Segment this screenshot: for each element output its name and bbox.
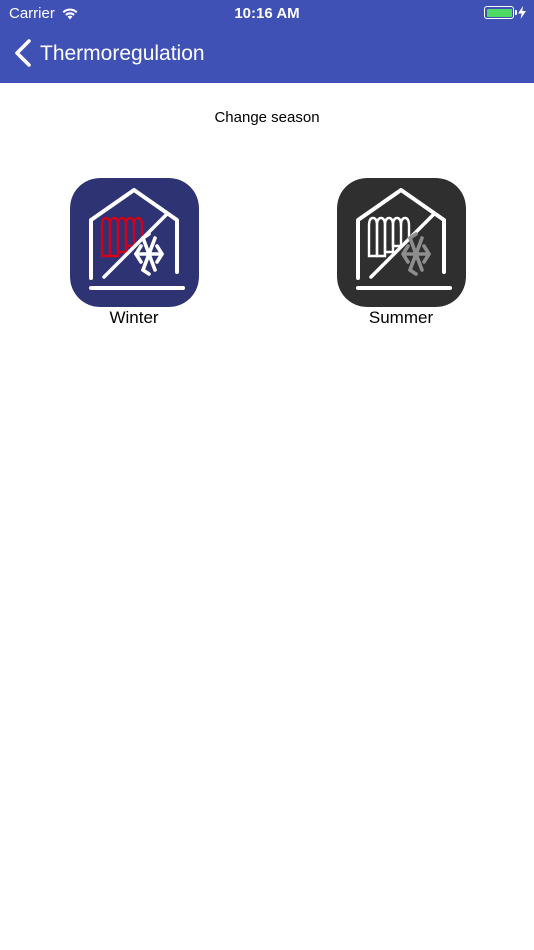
status-time: 10:16 AM	[234, 5, 300, 22]
summer-season-button[interactable]: Summer	[326, 178, 476, 328]
battery-tip	[515, 10, 517, 15]
summer-label: Summer	[368, 308, 434, 327]
winter-label: Winter	[109, 308, 159, 327]
winter-season-button[interactable]: Winter	[59, 178, 209, 328]
summer-house-radiator-snowflake-icon	[336, 178, 466, 307]
app-header: Carrier 10:16 AM Thermoregulation	[0, 0, 534, 83]
page-title: Thermoregulation	[40, 42, 205, 65]
battery-icon	[484, 6, 517, 19]
back-button[interactable]	[12, 38, 42, 72]
winter-house-radiator-snowflake-icon	[69, 178, 199, 307]
charging-bolt-icon	[518, 6, 526, 19]
battery-level	[486, 8, 512, 17]
navigation-bar: Thermoregulation	[0, 28, 534, 83]
chevron-left-icon	[15, 39, 31, 67]
status-bar: Carrier 10:16 AM	[0, 0, 534, 28]
battery-indicator	[484, 6, 526, 19]
change-season-label: Change season	[214, 109, 320, 126]
